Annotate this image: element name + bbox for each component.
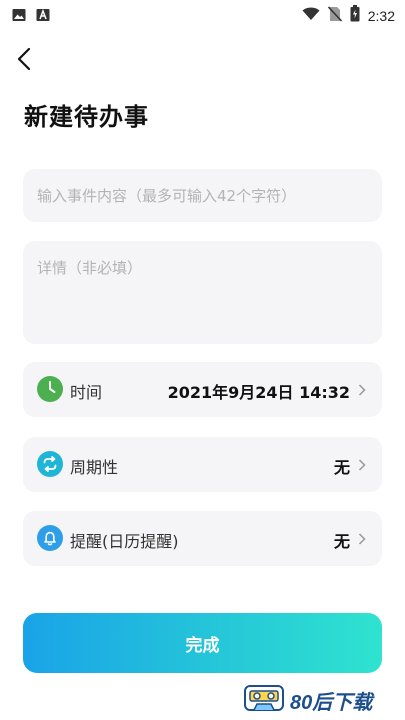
status-time: 2:32 [367,7,395,24]
reminder-row[interactable]: 提醒(日历提醒) 无 [23,511,382,566]
wifi-icon [302,6,320,25]
repeat-icon [37,451,63,477]
done-button[interactable]: 完成 [23,613,382,673]
no-sim-icon [327,5,342,26]
chevron-right-icon [358,382,366,396]
time-row[interactable]: 时间 2021年9月24日 14:32 [23,362,382,417]
cassette-icon [244,684,284,716]
event-detail-field[interactable] [23,241,382,344]
event-detail-input[interactable] [23,241,382,344]
bell-icon [37,525,63,551]
repeat-value: 无 [333,458,350,477]
repeat-label: 周期性 [70,458,119,477]
watermark-logo: 80后下载 [244,684,372,716]
repeat-row[interactable]: 周期性 无 [23,437,382,492]
back-button[interactable] [14,46,38,72]
image-icon [12,7,26,26]
back-arrow-icon [17,47,31,71]
page-title: 新建待办事 [24,103,149,131]
event-title-field[interactable] [23,169,382,222]
battery-icon [350,5,360,26]
time-label: 时间 [70,383,103,402]
chevron-right-icon [358,531,366,545]
reminder-label: 提醒(日历提醒) [70,532,179,551]
status-bar: 2:32 [0,0,405,28]
reminder-value: 无 [333,532,350,551]
watermark-text: 80后下载 [290,691,373,714]
clock-icon [37,376,63,402]
text-a-icon [36,7,50,26]
chevron-right-icon [358,457,366,471]
time-value: 2021年9月24日 14:32 [167,383,350,402]
event-title-input[interactable] [23,169,382,222]
